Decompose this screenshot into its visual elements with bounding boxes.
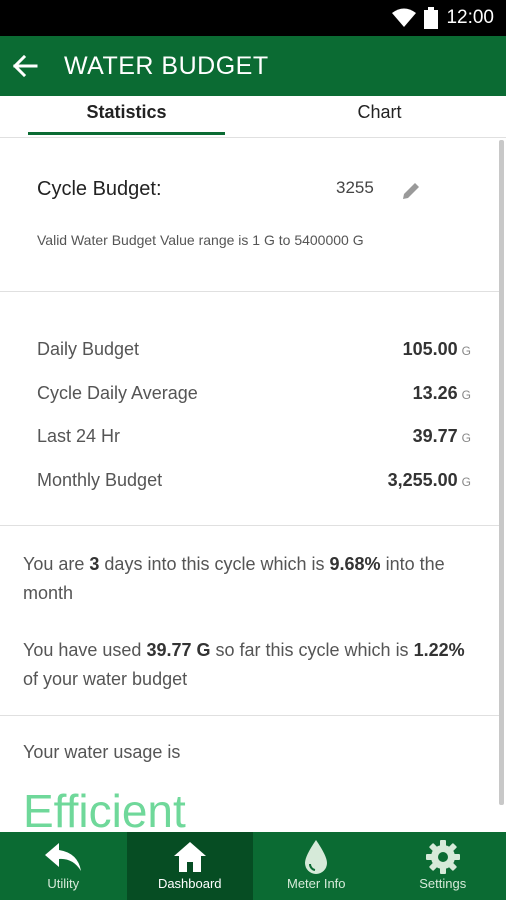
gear-icon xyxy=(425,840,460,874)
stat-unit: G xyxy=(461,343,471,358)
nav-utility[interactable]: Utility xyxy=(0,832,127,900)
cycle-progress-text: You are 3 days into this cycle which is … xyxy=(23,550,473,608)
home-icon xyxy=(173,842,206,872)
battery-icon xyxy=(424,7,439,29)
stat-number: 105.00 xyxy=(402,338,458,359)
stat-value: 3,255.00 G xyxy=(388,470,471,491)
stat-label: Monthly Budget xyxy=(37,469,163,490)
stat-number: 13.26 xyxy=(412,382,458,403)
budget-stats-section: Daily Budget 105.00 G Cycle Daily Average… xyxy=(0,292,500,526)
nav-label: Utility xyxy=(47,876,80,891)
usage-label: Your water usage is xyxy=(23,742,181,762)
budget-percent: 1.22% xyxy=(413,640,465,660)
stat-value: 105.00 G xyxy=(403,339,471,360)
nav-label: Dashboard xyxy=(157,876,222,891)
stat-label: Daily Budget xyxy=(37,338,140,359)
nav-meter-info[interactable]: Meter Info xyxy=(253,832,380,900)
month-percent: 9.68% xyxy=(329,554,381,574)
nav-dashboard[interactable]: Dashboard xyxy=(126,832,253,900)
stat-unit: G xyxy=(461,474,471,489)
stat-label: Last 24 Hr xyxy=(37,425,121,446)
back-button[interactable] xyxy=(0,36,50,96)
water-drop-icon xyxy=(305,840,328,874)
nav-settings[interactable]: Settings xyxy=(380,832,506,900)
stat-unit: G xyxy=(461,430,471,445)
tab-chart[interactable]: Chart xyxy=(253,96,506,137)
text-fragment: of your water budget xyxy=(23,669,188,689)
water-usage-section: Your water usage is Efficient xyxy=(0,716,500,832)
usage-progress-text: You have used 39.77 G so far this cycle … xyxy=(23,636,473,694)
stat-number: 39.77 xyxy=(412,425,458,446)
scrollbar[interactable] xyxy=(499,140,504,805)
wifi-icon xyxy=(392,8,417,27)
stat-row-cycle-daily-average: Cycle Daily Average 13.26 G xyxy=(37,378,471,408)
text-fragment: You are xyxy=(23,554,90,574)
edit-pencil-icon[interactable] xyxy=(400,180,422,202)
cycle-budget-section: Cycle Budget: 3255 Valid Water Budget Va… xyxy=(0,138,500,292)
stat-row-daily-budget: Daily Budget 105.00 G xyxy=(37,334,471,364)
reply-arrow-icon xyxy=(45,843,82,871)
stat-number: 3,255.00 xyxy=(387,469,458,490)
tab-statistics[interactable]: Statistics xyxy=(0,96,253,137)
back-arrow-icon xyxy=(12,55,38,77)
stat-value: 13.26 G xyxy=(413,383,471,404)
nav-label: Meter Info xyxy=(286,876,346,891)
budget-range-note: Valid Water Budget Value range is 1 G to… xyxy=(37,232,364,248)
cycle-info-section: You are 3 days into this cycle which is … xyxy=(0,526,500,716)
usage-status: Efficient xyxy=(23,785,186,832)
days-into-cycle: 3 xyxy=(89,554,100,574)
tab-bar: Statistics Chart xyxy=(0,96,506,138)
status-bar: 12:00 xyxy=(0,0,506,36)
stat-row-monthly-budget: Monthly Budget 3,255.00 G xyxy=(37,465,471,495)
used-amount: 39.77 G xyxy=(146,640,211,660)
text-fragment: so far this cycle which is xyxy=(210,640,414,660)
nav-label: Settings xyxy=(419,876,467,891)
cycle-budget-label: Cycle Budget: xyxy=(37,178,162,200)
stat-row-last-24-hr: Last 24 Hr 39.77 G xyxy=(37,421,471,451)
status-time: 12:00 xyxy=(446,7,494,28)
bottom-nav: Utility Dashboard Meter Info Settings xyxy=(0,832,506,900)
text-fragment: days into this cycle which is xyxy=(99,554,330,574)
page-title: WATER BUDGET xyxy=(64,51,269,80)
statistics-content: Cycle Budget: 3255 Valid Water Budget Va… xyxy=(0,138,500,832)
stat-label: Cycle Daily Average xyxy=(37,382,198,403)
cycle-budget-value: 3255 xyxy=(336,178,374,197)
stat-value: 39.77 G xyxy=(413,426,471,447)
stat-unit: G xyxy=(461,387,471,402)
text-fragment: You have used xyxy=(23,640,147,660)
app-bar: WATER BUDGET xyxy=(0,36,506,96)
